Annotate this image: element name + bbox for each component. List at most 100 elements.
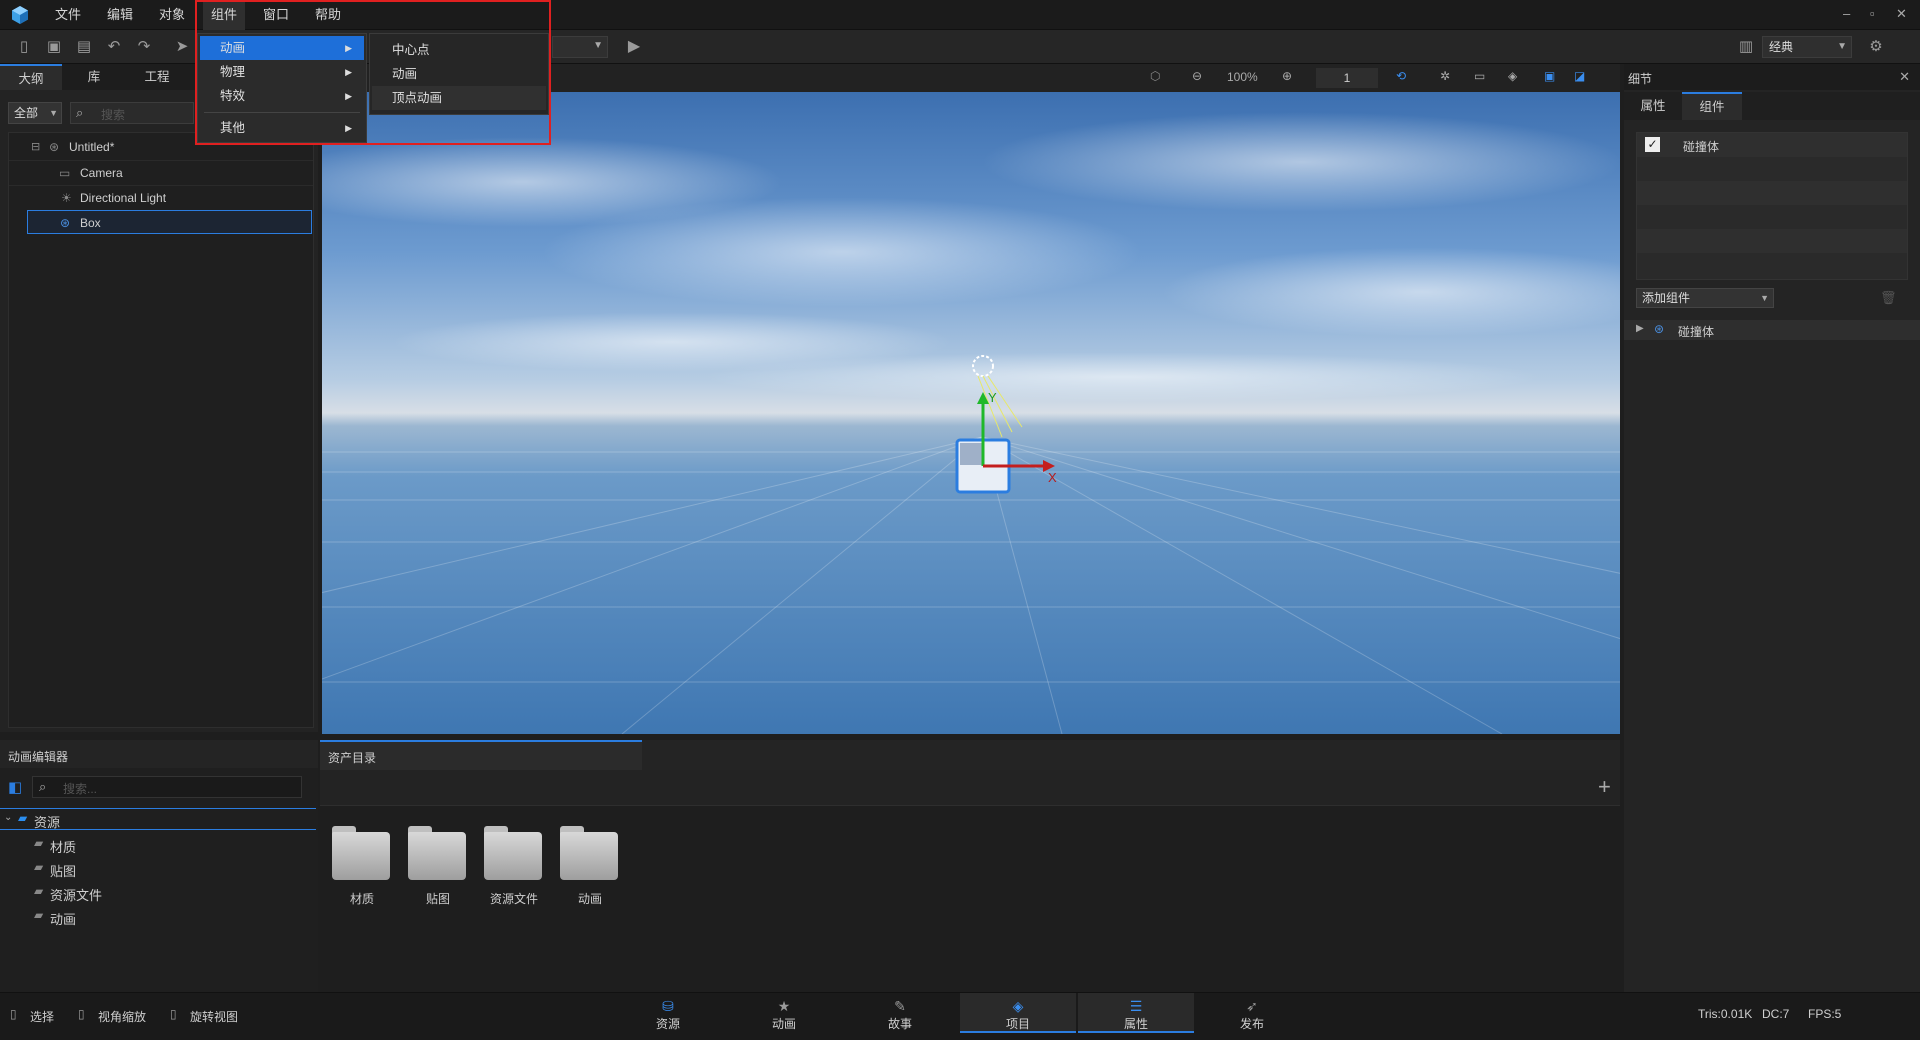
- component-dropdown-menu: 动画 ▶ 物理 ▶ 特效 ▶ 其他 ▶: [197, 33, 367, 143]
- tab-project-bottom[interactable]: ◈ 项目: [960, 993, 1076, 1033]
- tab-library[interactable]: 库: [62, 64, 126, 90]
- filter-label: 全部: [14, 106, 39, 120]
- tab-outline[interactable]: 大纲: [0, 64, 62, 90]
- redo-icon[interactable]: ↷: [134, 37, 154, 57]
- panel-toggle-icon[interactable]: ◧: [8, 778, 22, 796]
- menu-file[interactable]: 文件: [47, 0, 89, 30]
- zoom-out-icon[interactable]: ⊖: [1192, 69, 1202, 83]
- tree-row-box[interactable]: ⊛ Box: [27, 210, 312, 234]
- folder-icon: ▰: [34, 836, 44, 850]
- folder-icon: ▰: [34, 908, 44, 922]
- camera-icon: ▭: [59, 166, 71, 180]
- asset-folder[interactable]: 贴图: [408, 826, 468, 916]
- grid-toggle-icon[interactable]: ◪: [1574, 69, 1585, 83]
- add-icon[interactable]: +: [1598, 774, 1611, 800]
- component-section[interactable]: ▶ ⊛ 碰撞体: [1624, 320, 1920, 340]
- settings-icon[interactable]: ⚙: [1866, 37, 1886, 57]
- submenu-item-vertex-animation[interactable]: 顶点动画: [372, 86, 546, 110]
- tree-root-label: 资源: [34, 815, 61, 830]
- tab-attributes[interactable]: ☰ 属性: [1078, 993, 1194, 1033]
- tab-project[interactable]: 工程: [126, 64, 188, 90]
- add-component-dropdown[interactable]: 添加组件 ▼: [1636, 288, 1774, 308]
- add-component-label: 添加组件: [1642, 291, 1691, 305]
- camera-view-icon[interactable]: ▭: [1474, 69, 1485, 83]
- tree-item[interactable]: ▰ 材质: [0, 834, 316, 856]
- tab-story[interactable]: ✎ 故事: [842, 993, 958, 1033]
- tab-properties[interactable]: 属性: [1624, 92, 1682, 120]
- checkbox[interactable]: ✓: [1645, 137, 1660, 152]
- select-tool-icon[interactable]: ➤: [172, 37, 192, 57]
- stat-dc: DC:7: [1762, 1007, 1790, 1021]
- details-panel: 细节 ✕ 属性 组件 ✓ 碰撞体 添加组件 ▼ 🗑 ▶ ⊛ 碰撞体: [1624, 64, 1920, 992]
- menu-object[interactable]: 对象: [151, 0, 193, 30]
- tab-assets[interactable]: 资产目录: [320, 740, 642, 770]
- delete-icon[interactable]: 🗑: [1880, 290, 1897, 306]
- search-placeholder: 搜索: [101, 108, 126, 122]
- gizmo-icon[interactable]: ✲: [1440, 69, 1450, 83]
- frame-value: 1: [1343, 71, 1351, 85]
- tab-resources[interactable]: ⛁ 资源: [610, 993, 726, 1033]
- new-file-icon[interactable]: ▯: [14, 37, 34, 57]
- menu-window[interactable]: 窗口: [255, 0, 297, 30]
- project-icon: ◈: [1012, 998, 1024, 1014]
- outline-search[interactable]: ⌕ 搜索: [70, 102, 194, 124]
- layout-label: 经典: [1769, 40, 1794, 54]
- assets-toolbar: +: [320, 770, 1620, 806]
- menu-item-physics[interactable]: 物理 ▶: [200, 60, 364, 84]
- app-logo-icon: [12, 6, 28, 24]
- layout-dropdown[interactable]: 经典 ▼: [1762, 36, 1852, 58]
- chevron-right-icon: ▶: [345, 67, 352, 77]
- layout-icon[interactable]: ▥: [1736, 37, 1756, 57]
- close-button[interactable]: ✕: [1896, 6, 1907, 22]
- lock-icon[interactable]: ▣: [1544, 69, 1555, 83]
- asset-search[interactable]: ⌕ 搜索...: [32, 776, 302, 798]
- tree-item[interactable]: ▰ 资源文件: [0, 882, 316, 904]
- undo-icon[interactable]: ↶: [104, 37, 124, 57]
- menu-component[interactable]: 组件: [203, 0, 246, 30]
- zoom-in-icon[interactable]: ⊕: [1282, 69, 1292, 83]
- restore-button[interactable]: ▫: [1870, 6, 1875, 21]
- tree-item[interactable]: ▰ 贴图: [0, 858, 316, 880]
- component-list: ✓ 碰撞体: [1636, 132, 1908, 280]
- menu-edit[interactable]: 编辑: [99, 0, 141, 30]
- cube-view-icon[interactable]: ◈: [1508, 69, 1517, 83]
- asset-folder-label: 材质: [349, 892, 374, 906]
- snap-icon[interactable]: ⟲: [1396, 69, 1406, 83]
- frame-field[interactable]: 1: [1316, 68, 1378, 88]
- tree-label: Box: [80, 216, 101, 230]
- asset-folder[interactable]: 材质: [332, 826, 392, 916]
- tab-publish[interactable]: ➶ 发布: [1194, 993, 1310, 1033]
- component-section-label: 碰撞体: [1678, 325, 1715, 339]
- tab-animation[interactable]: ★ 动画: [726, 993, 842, 1033]
- menu-item-effects[interactable]: 特效 ▶: [200, 84, 364, 108]
- close-icon[interactable]: ✕: [1899, 69, 1910, 85]
- save-icon[interactable]: ▣: [44, 37, 64, 57]
- mode-dropdown[interactable]: ▼: [552, 36, 608, 58]
- component-row-empty: [1637, 229, 1907, 253]
- tab-components[interactable]: 组件: [1682, 92, 1742, 120]
- asset-folder[interactable]: 动画: [560, 826, 620, 916]
- menu-item-label: 动画: [220, 41, 246, 55]
- tree-item[interactable]: ▰ 动画: [0, 906, 316, 928]
- collapse-icon: ⊟: [31, 141, 41, 153]
- submenu-item-pivot[interactable]: 中心点: [372, 38, 546, 62]
- component-row[interactable]: ✓ 碰撞体: [1637, 133, 1907, 157]
- play-icon[interactable]: ▶: [624, 37, 644, 57]
- menu-help[interactable]: 帮助: [307, 0, 349, 30]
- attributes-icon: ☰: [1129, 998, 1143, 1014]
- menu-item-other[interactable]: 其他 ▶: [200, 116, 364, 140]
- tree-row-camera[interactable]: ▭ Camera: [9, 160, 313, 184]
- menu-item-animation[interactable]: 动画 ▶: [200, 36, 364, 60]
- submenu-item-label: 动画: [392, 67, 418, 81]
- tree-root-row[interactable]: ⌄ ▰ 资源: [0, 808, 316, 830]
- tab-label: 资源: [655, 1017, 680, 1031]
- asset-folder[interactable]: 资源文件: [484, 826, 544, 916]
- submenu-item-animation[interactable]: 动画: [372, 62, 546, 86]
- save-all-icon[interactable]: ▤: [74, 37, 94, 57]
- tree-row-light[interactable]: ☀ Directional Light: [9, 185, 313, 209]
- filter-dropdown[interactable]: 全部 ▼: [8, 102, 62, 124]
- shading-icon[interactable]: ⬡: [1150, 69, 1160, 83]
- minimize-button[interactable]: –: [1843, 6, 1850, 21]
- scene-viewport[interactable]: Y X: [322, 92, 1620, 734]
- collider-icon: ⊛: [1654, 322, 1665, 336]
